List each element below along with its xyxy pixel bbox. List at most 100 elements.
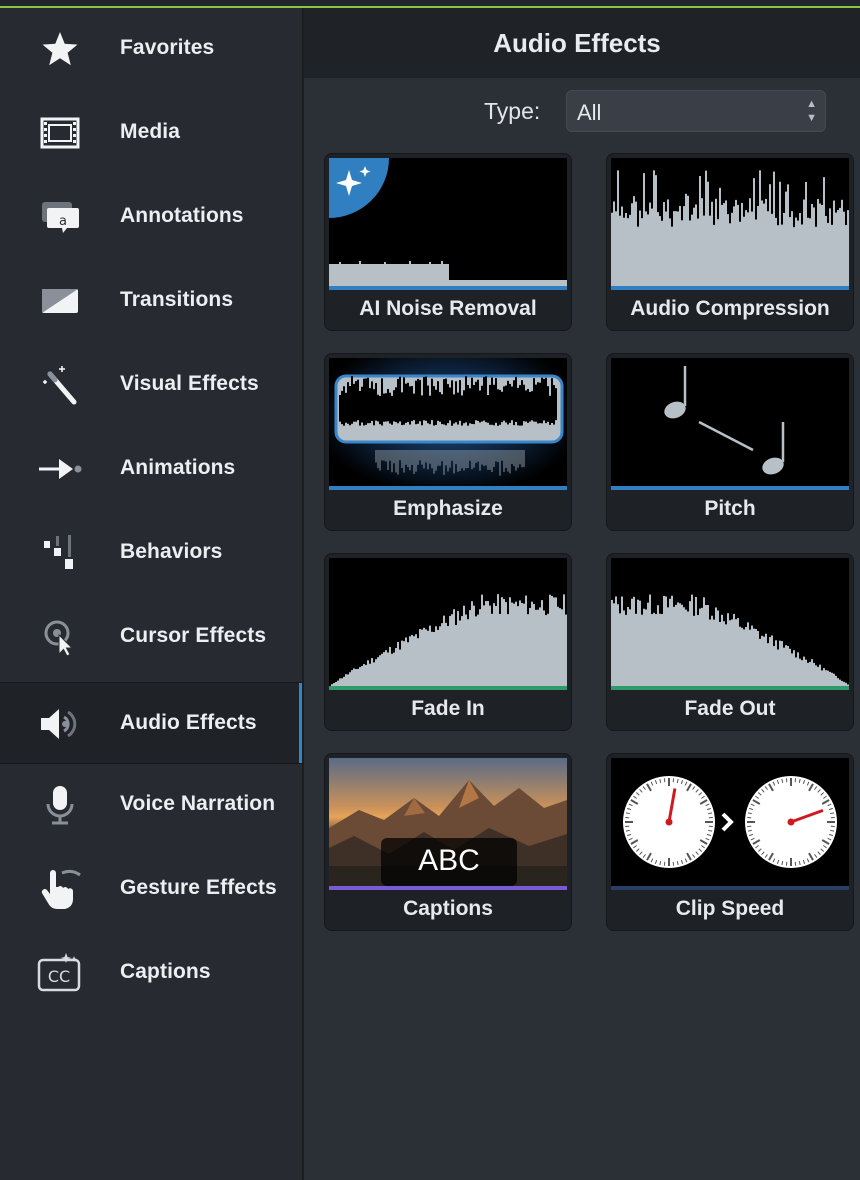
waveform-bar bbox=[365, 378, 367, 418]
waveform-bar bbox=[363, 414, 365, 426]
waveform-bar bbox=[673, 606, 675, 686]
sidebar: Favorites Media a Annotations Transition… bbox=[0, 8, 304, 1180]
waveform-bar bbox=[747, 212, 749, 286]
waveform-bar bbox=[799, 213, 801, 286]
waveform-bar bbox=[755, 219, 757, 286]
sidebar-item-visual-effects[interactable]: Visual Effects bbox=[0, 344, 302, 426]
waveform-bar bbox=[375, 414, 377, 421]
waveform-bar bbox=[403, 377, 405, 418]
tile-accent-line bbox=[329, 286, 567, 290]
sidebar-item-audio-effects[interactable]: Audio Effects bbox=[0, 682, 302, 764]
effect-tile-captions[interactable]: ABC Captions bbox=[324, 753, 572, 931]
waveform-bar bbox=[761, 635, 763, 686]
waveform-bar bbox=[441, 450, 443, 462]
top-accent-line bbox=[0, 0, 860, 8]
effect-tile-audio-compression[interactable]: Audio Compression bbox=[606, 153, 854, 331]
waveform-bar bbox=[673, 211, 675, 286]
waveform-bar bbox=[379, 414, 381, 425]
waveform-bar bbox=[655, 614, 657, 686]
waveform-bar bbox=[791, 211, 793, 286]
waveform-bar bbox=[387, 450, 389, 471]
waveform-bar bbox=[493, 414, 495, 426]
waveform-bar bbox=[481, 385, 483, 418]
waveform-bar bbox=[401, 640, 403, 686]
waveform-bar bbox=[439, 626, 441, 686]
tile-label: Pitch bbox=[704, 497, 756, 520]
waveform-bar bbox=[505, 450, 507, 468]
waveform-bar bbox=[641, 218, 643, 286]
sidebar-item-label: Cursor Effects bbox=[120, 624, 267, 647]
waveform-bar bbox=[359, 667, 361, 686]
waveform-bar bbox=[423, 414, 425, 421]
sidebar-item-voice-narration[interactable]: Voice Narration bbox=[0, 764, 302, 846]
waveform-bar bbox=[771, 213, 773, 286]
waveform-bar bbox=[463, 390, 465, 418]
effect-tile-pitch[interactable]: Pitch bbox=[606, 353, 854, 531]
sidebar-item-behaviors[interactable]: Behaviors bbox=[0, 512, 302, 594]
sidebar-item-transitions[interactable]: Transitions bbox=[0, 260, 302, 342]
waveform-bar bbox=[695, 596, 697, 686]
sidebar-item-captions[interactable]: CC Captions bbox=[0, 932, 302, 1014]
sidebar-item-cursor-effects[interactable]: Cursor Effects bbox=[0, 596, 302, 678]
tile-label: Fade In bbox=[411, 697, 485, 720]
waveform-bar bbox=[341, 390, 343, 418]
waveform-bar bbox=[477, 379, 479, 418]
waveform-bar bbox=[433, 450, 435, 474]
waveform-bar bbox=[765, 633, 767, 686]
tile-label: Emphasize bbox=[393, 497, 503, 520]
waveform-bar bbox=[807, 662, 809, 686]
sidebar-item-label: Voice Narration bbox=[120, 792, 276, 815]
effect-thumbnail bbox=[611, 558, 849, 686]
waveform-bar bbox=[527, 414, 529, 423]
waveform-bar bbox=[533, 414, 535, 422]
waveform-bar bbox=[839, 207, 841, 286]
waveform-bar bbox=[505, 602, 507, 686]
waveform-bar bbox=[403, 414, 405, 425]
waveform-bar bbox=[733, 206, 735, 286]
waveform-bar bbox=[421, 414, 423, 426]
waveform-bar bbox=[635, 201, 637, 286]
waveform-bar bbox=[491, 414, 493, 425]
sidebar-item-animations[interactable]: Animations bbox=[0, 428, 302, 510]
waveform-bar bbox=[731, 212, 733, 286]
waveform-bar bbox=[489, 414, 491, 425]
waveform-bar bbox=[643, 173, 645, 286]
waveform-bar bbox=[623, 610, 625, 686]
effect-tile-emphasize[interactable]: Emphasize bbox=[324, 353, 572, 531]
waveform-bar bbox=[687, 195, 689, 286]
waveform-bar bbox=[523, 603, 525, 686]
waveform-bar bbox=[679, 205, 681, 286]
effect-tile-fade-in[interactable]: Fade In bbox=[324, 553, 572, 731]
waveform-bar bbox=[517, 450, 519, 468]
waveform-bar bbox=[389, 414, 391, 424]
waveform-bar bbox=[381, 653, 383, 686]
waveform-bar bbox=[555, 388, 557, 418]
waveform-bar bbox=[683, 607, 685, 686]
effect-tile-ai-noise-removal[interactable]: AI Noise Removal bbox=[324, 153, 572, 331]
waveform-bar bbox=[655, 175, 657, 286]
closed-caption-icon: CC bbox=[36, 953, 84, 993]
effect-tile-clip-speed[interactable]: Clip Speed bbox=[606, 753, 854, 931]
waveform-bar bbox=[559, 608, 561, 686]
sidebar-item-gesture-effects[interactable]: Gesture Effects bbox=[0, 848, 302, 930]
sidebar-item-annotations[interactable]: a Annotations bbox=[0, 176, 302, 258]
waveform-bar bbox=[651, 614, 653, 686]
sidebar-item-media[interactable]: Media bbox=[0, 92, 302, 174]
waveform-bar bbox=[405, 450, 407, 465]
waveform-bar bbox=[503, 414, 505, 421]
waveform-bar bbox=[709, 215, 711, 286]
waveform-bar bbox=[517, 414, 519, 426]
waveform-bar bbox=[639, 210, 641, 286]
waveform-bar bbox=[435, 450, 437, 471]
waveform-bar bbox=[347, 382, 349, 418]
waveform-bar bbox=[511, 414, 513, 421]
waveform-bar bbox=[495, 378, 497, 418]
waveform-bar bbox=[619, 613, 621, 686]
sidebar-item-favorites[interactable]: Favorites bbox=[0, 8, 302, 90]
waveform-bar bbox=[425, 376, 427, 418]
waveform-bar bbox=[441, 414, 443, 425]
type-filter-select[interactable]: All ▲ ▼ bbox=[566, 90, 826, 132]
effect-tile-fade-out[interactable]: Fade Out bbox=[606, 553, 854, 731]
waveform-bar bbox=[665, 596, 667, 686]
sidebar-item-label: Favorites bbox=[120, 36, 215, 59]
